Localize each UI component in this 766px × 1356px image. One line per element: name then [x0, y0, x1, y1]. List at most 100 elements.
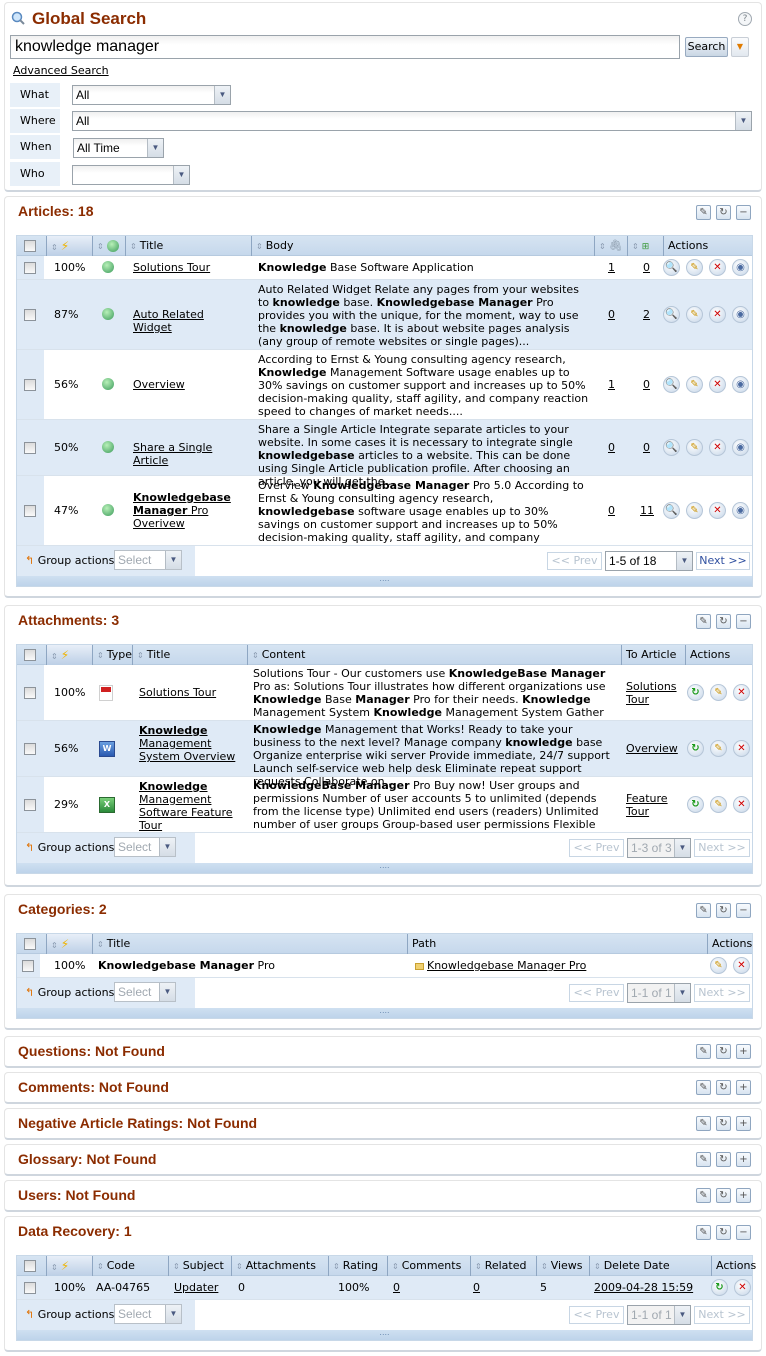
edit-icon[interactable]: ✎: [696, 1080, 711, 1095]
article-title-link[interactable]: Knowledgebase Manager Pro Overivew: [133, 491, 243, 530]
to-article-link[interactable]: Feature Tour: [626, 792, 681, 818]
related-count-link[interactable]: 0: [643, 261, 650, 274]
edit-icon[interactable]: ✎: [686, 376, 703, 393]
sort-related[interactable]: ⇕ ⊞: [627, 236, 663, 256]
edit-icon[interactable]: ✎: [696, 205, 711, 220]
attachment-title-link[interactable]: Knowledge Management Software Feature To…: [139, 780, 239, 832]
preview-icon[interactable]: 🔍: [663, 376, 680, 393]
filter-what-select[interactable]: All ▼: [72, 85, 231, 105]
row-checkbox[interactable]: [24, 687, 36, 699]
refresh-icon[interactable]: ↻: [716, 205, 731, 220]
sort-title[interactable]: ⇕ Title: [132, 645, 247, 665]
refresh-icon[interactable]: ↻: [716, 1152, 731, 1167]
preview-icon[interactable]: 🔍: [663, 439, 680, 456]
edit-icon[interactable]: ✎: [710, 684, 727, 701]
row-checkbox[interactable]: [22, 960, 34, 972]
comments-link[interactable]: 0: [393, 1281, 400, 1294]
collapse-icon[interactable]: −: [736, 903, 751, 918]
edit-icon[interactable]: ✎: [710, 740, 727, 757]
sort-delete-date[interactable]: ⇕ Delete Date: [589, 1256, 711, 1276]
sort-relevance[interactable]: ⇕ ⚡: [46, 645, 92, 665]
select-all-checkbox[interactable]: [17, 934, 36, 954]
delete-icon[interactable]: ✕: [733, 684, 750, 701]
edit-icon[interactable]: ✎: [696, 1044, 711, 1059]
sort-relevance[interactable]: ⇕ ⚡: [46, 934, 92, 954]
view-eye-icon[interactable]: ◉: [732, 502, 749, 519]
resize-handle[interactable]: ....: [17, 1007, 752, 1018]
select-all-checkbox[interactable]: [17, 236, 36, 256]
row-checkbox[interactable]: [24, 262, 36, 274]
sort-title[interactable]: ⇕ Title: [92, 934, 407, 954]
delete-icon[interactable]: ✕: [733, 740, 750, 757]
edit-icon[interactable]: ✎: [696, 1116, 711, 1131]
sort-comments[interactable]: ⇕ Comments: [387, 1256, 470, 1276]
resize-handle[interactable]: ....: [17, 862, 752, 873]
select-all-checkbox[interactable]: [17, 1256, 36, 1276]
prev-page-button[interactable]: << Prev: [569, 984, 624, 1002]
delete-icon[interactable]: ✕: [709, 306, 726, 323]
sort-rating[interactable]: ⇕ Rating: [328, 1256, 387, 1276]
attachment-title-link[interactable]: Knowledge Management System Overview: [139, 724, 239, 763]
prev-page-button[interactable]: << Prev: [547, 552, 602, 570]
to-article-link[interactable]: Solutions Tour: [626, 680, 681, 706]
refresh-icon[interactable]: ↻: [716, 1080, 731, 1095]
next-page-button[interactable]: Next >>: [694, 839, 750, 857]
related-count-link[interactable]: 11: [640, 504, 654, 517]
related-link[interactable]: 0: [473, 1281, 480, 1294]
restore-icon[interactable]: ↻: [687, 796, 704, 813]
collapse-icon[interactable]: −: [736, 205, 751, 220]
refresh-icon[interactable]: ↻: [716, 1044, 731, 1059]
edit-icon[interactable]: ✎: [686, 306, 703, 323]
article-title-link[interactable]: Auto Related Widget: [133, 308, 243, 334]
refresh-icon[interactable]: ↻: [716, 1225, 731, 1240]
prev-page-button[interactable]: << Prev: [569, 1306, 624, 1324]
filter-who-select[interactable]: ▼: [72, 165, 190, 185]
collapse-icon[interactable]: −: [736, 614, 751, 629]
refresh-icon[interactable]: ↻: [716, 614, 731, 629]
resize-handle[interactable]: ....: [17, 575, 752, 586]
attachments-count-link[interactable]: 0: [608, 308, 615, 321]
advanced-search-link[interactable]: Advanced Search: [13, 64, 109, 77]
subject-link[interactable]: Updater: [174, 1281, 218, 1294]
expand-icon[interactable]: +: [736, 1080, 751, 1095]
next-page-button[interactable]: Next >>: [694, 1306, 750, 1324]
sort-content[interactable]: ⇕ Content: [247, 645, 621, 665]
row-checkbox[interactable]: [24, 379, 36, 391]
row-checkbox[interactable]: [24, 743, 36, 755]
sort-body[interactable]: ⇕ Body: [251, 236, 594, 256]
resize-handle[interactable]: ....: [17, 1329, 752, 1340]
attachments-count-link[interactable]: 0: [608, 441, 615, 454]
sort-views[interactable]: ⇕ Views: [536, 1256, 589, 1276]
preview-icon[interactable]: 🔍: [663, 259, 680, 276]
article-title-link[interactable]: Overview: [133, 378, 243, 391]
page-select[interactable]: 1-3 of 3 ▼: [627, 838, 691, 858]
preview-icon[interactable]: 🔍: [663, 306, 680, 323]
expand-icon[interactable]: +: [736, 1116, 751, 1131]
edit-icon[interactable]: ✎: [696, 1152, 711, 1167]
delete-icon[interactable]: ✕: [709, 376, 726, 393]
page-select[interactable]: 1-5 of 18 ▼: [605, 551, 693, 571]
group-actions-select[interactable]: Select ▼: [114, 550, 182, 570]
edit-icon[interactable]: ✎: [696, 903, 711, 918]
attachments-count-link[interactable]: 0: [608, 504, 615, 517]
edit-icon[interactable]: ✎: [696, 1225, 711, 1240]
sort-type[interactable]: ⇕: [92, 236, 125, 256]
group-actions-select[interactable]: Select ▼: [114, 837, 176, 857]
edit-icon[interactable]: ✎: [710, 796, 727, 813]
row-checkbox[interactable]: [24, 442, 36, 454]
related-count-link[interactable]: 0: [643, 441, 650, 454]
edit-icon[interactable]: ✎: [696, 614, 711, 629]
search-button[interactable]: Search: [685, 37, 728, 57]
filter-when-select[interactable]: All Time ▼: [73, 138, 164, 158]
edit-icon[interactable]: ✎: [696, 1188, 711, 1203]
sort-attachments[interactable]: ⇕ 🖇: [594, 236, 627, 256]
delete-icon[interactable]: ✕: [709, 439, 726, 456]
sort-related[interactable]: ⇕ Related: [470, 1256, 536, 1276]
delete-icon[interactable]: ✕: [709, 502, 726, 519]
sort-type[interactable]: ⇕ Type: [92, 645, 132, 665]
sort-title[interactable]: ⇕ Title: [125, 236, 251, 256]
next-page-button[interactable]: Next >>: [694, 984, 750, 1002]
refresh-icon[interactable]: ↻: [716, 903, 731, 918]
edit-icon[interactable]: ✎: [710, 957, 727, 974]
row-checkbox[interactable]: [24, 1282, 36, 1294]
